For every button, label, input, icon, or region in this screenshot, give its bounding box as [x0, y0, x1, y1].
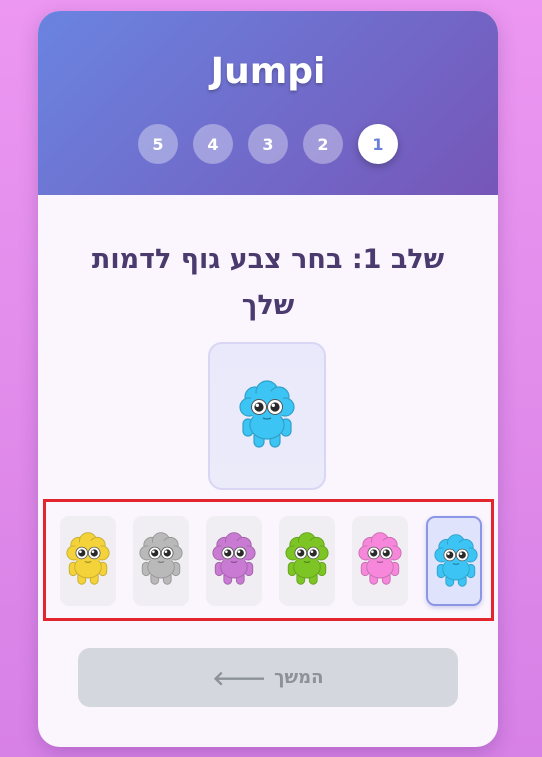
character-preview-image — [239, 380, 295, 448]
character-blue-image — [434, 534, 478, 587]
step-indicator: 5 4 3 2 1 — [138, 124, 398, 164]
character-yellow-image — [66, 532, 110, 585]
continue-button[interactable]: 🡐 המשך — [78, 648, 458, 707]
step-5: 5 — [138, 124, 178, 164]
color-option-green[interactable] — [279, 516, 335, 606]
app-title: Jumpi — [210, 51, 326, 92]
setup-card: Jumpi 5 4 3 2 1 שלב 1: בחר צבע גוף לדמות… — [38, 11, 498, 747]
color-option-blue-selected[interactable] — [426, 516, 482, 606]
color-option-yellow[interactable] — [60, 516, 116, 606]
character-green-image — [285, 532, 329, 585]
character-preview — [208, 342, 326, 490]
color-option-gray[interactable] — [133, 516, 189, 606]
character-pink-image — [358, 532, 402, 585]
color-option-purple[interactable] — [206, 516, 262, 606]
header: Jumpi 5 4 3 2 1 — [38, 11, 498, 195]
step-1-active: 1 — [358, 124, 398, 164]
arrow-left-icon: 🡐 — [212, 665, 267, 690]
color-selector — [43, 499, 494, 621]
step-heading: שלב 1: בחר צבע גוף לדמות שלך — [91, 244, 445, 321]
step-2: 2 — [303, 124, 343, 164]
step-3: 3 — [248, 124, 288, 164]
character-purple-image — [212, 532, 256, 585]
character-gray-image — [139, 532, 183, 585]
color-option-pink[interactable] — [352, 516, 408, 606]
step-4: 4 — [193, 124, 233, 164]
continue-label: המשך — [274, 667, 324, 688]
